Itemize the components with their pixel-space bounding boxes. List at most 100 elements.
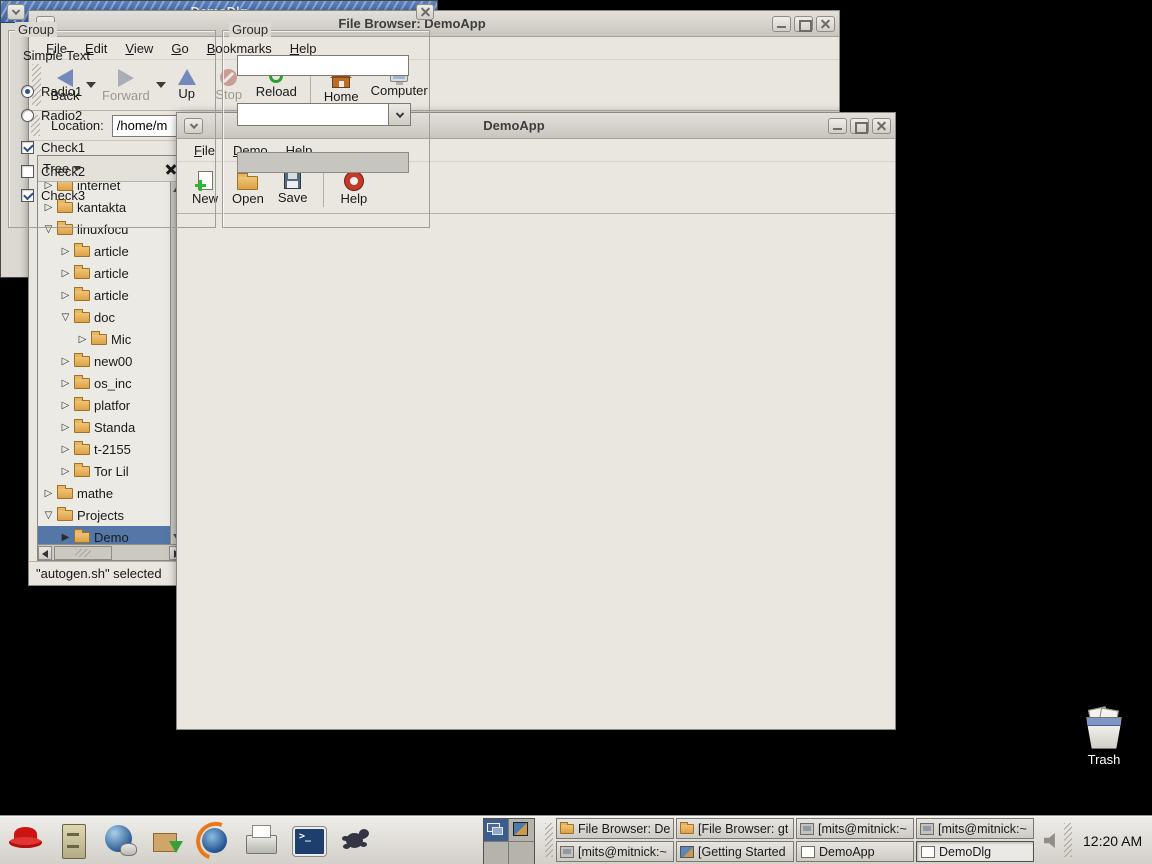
tree-item[interactable]: article bbox=[38, 262, 170, 284]
clock[interactable]: 12:20 AM bbox=[1083, 816, 1142, 864]
workspace-1[interactable] bbox=[484, 819, 509, 842]
tree-item[interactable]: mathe bbox=[38, 482, 170, 504]
maximize-button[interactable] bbox=[850, 118, 869, 134]
tree-expander-icon[interactable] bbox=[59, 378, 72, 389]
radio-option[interactable]: Radio2 bbox=[21, 103, 82, 127]
tree-item-label: mathe bbox=[77, 486, 113, 501]
folder-icon bbox=[57, 488, 73, 499]
tree-item-label: article bbox=[94, 244, 129, 259]
launcher-icon[interactable] bbox=[99, 820, 141, 861]
tree-horizontal-scrollbar[interactable] bbox=[38, 544, 183, 560]
tree-item[interactable]: os_inc bbox=[38, 372, 170, 394]
tree-item[interactable]: Standa bbox=[38, 416, 170, 438]
tree-expander-icon[interactable] bbox=[59, 444, 72, 455]
tree-expander-icon[interactable] bbox=[59, 246, 72, 257]
checkbox-option[interactable]: Check2 bbox=[21, 159, 85, 183]
tree-expander-icon[interactable] bbox=[59, 312, 72, 323]
combo-dropdown-button[interactable] bbox=[388, 103, 411, 126]
mini-window bbox=[492, 827, 503, 835]
tree-expander-icon[interactable] bbox=[59, 466, 72, 477]
checkbox-icon[interactable] bbox=[21, 189, 34, 202]
folder-icon bbox=[74, 290, 90, 301]
window-list-row-1: File Browser: De [File Browser: gt [mits… bbox=[556, 818, 1040, 839]
tree-item[interactable]: Tor Lil bbox=[38, 460, 170, 482]
close-button[interactable] bbox=[416, 4, 434, 20]
tree-expander-icon[interactable] bbox=[76, 334, 89, 345]
tree-expander-icon[interactable] bbox=[42, 510, 55, 521]
checkbox-option[interactable]: Check3 bbox=[21, 183, 85, 207]
tree-item[interactable]: platfor bbox=[38, 394, 170, 416]
close-button[interactable] bbox=[872, 118, 891, 134]
text-entry[interactable] bbox=[237, 55, 409, 76]
launcher-icon[interactable] bbox=[240, 820, 282, 861]
tree-item-label: article bbox=[94, 266, 129, 281]
tree-expander-icon[interactable] bbox=[59, 422, 72, 433]
folder-icon bbox=[74, 400, 90, 411]
launcher-icon[interactable] bbox=[52, 820, 94, 861]
combo-box[interactable] bbox=[237, 103, 411, 126]
taskbar-window-button[interactable]: DemoApp bbox=[796, 841, 914, 862]
desktop[interactable]: File Browser: DemoApp FileEditViewGoBook… bbox=[0, 0, 1152, 864]
checkbox-option[interactable]: Check1 bbox=[21, 135, 85, 159]
window-icon bbox=[560, 824, 574, 834]
checkbox-icon[interactable] bbox=[21, 165, 34, 178]
tree-item[interactable]: doc bbox=[38, 306, 170, 328]
volume-speaker-icon[interactable] bbox=[1044, 833, 1060, 848]
taskbar-window-button[interactable]: File Browser: De bbox=[556, 818, 674, 839]
tree-item[interactable]: t-2155 bbox=[38, 438, 170, 460]
checkbox-icon[interactable] bbox=[21, 141, 34, 154]
taskbar-window-button[interactable]: [mits@mitnick:~ bbox=[916, 818, 1034, 839]
tree-item[interactable]: new00 bbox=[38, 350, 170, 372]
tree-expander-icon[interactable] bbox=[59, 532, 72, 543]
folder-icon bbox=[74, 532, 90, 543]
launcher-icon[interactable] bbox=[5, 820, 47, 861]
taskbar-window-button[interactable]: DemoDlg bbox=[916, 841, 1034, 862]
launcher-icon[interactable] bbox=[334, 820, 376, 861]
trash-icon[interactable]: Trash bbox=[1078, 708, 1130, 767]
window-icon bbox=[920, 823, 934, 835]
tree-expander-icon[interactable] bbox=[59, 356, 72, 367]
tree-list: internet kantakta linuxfocu bbox=[38, 182, 170, 544]
tree-expander-icon[interactable] bbox=[59, 400, 72, 411]
launcher-icon[interactable] bbox=[193, 820, 235, 861]
tree-item-label: Mic bbox=[111, 332, 131, 347]
scroll-left-arrow[interactable] bbox=[38, 546, 52, 560]
panel-launchers bbox=[5, 820, 376, 861]
radio-icon[interactable] bbox=[21, 85, 34, 98]
radio-option[interactable]: Radio1 bbox=[21, 79, 82, 103]
radio-icon[interactable] bbox=[21, 109, 34, 122]
window-menu-button[interactable] bbox=[7, 4, 25, 20]
tree-item[interactable]: Projects bbox=[38, 504, 170, 526]
tree-item[interactable]: article bbox=[38, 284, 170, 306]
maximize-button[interactable] bbox=[794, 16, 813, 32]
taskbar-window-button[interactable]: [mits@mitnick:~ bbox=[796, 818, 914, 839]
taskbar-window-button[interactable]: [Getting Started bbox=[676, 841, 794, 862]
launcher-icon[interactable] bbox=[146, 820, 188, 861]
tree-item[interactable]: Demo bbox=[38, 526, 170, 544]
tree-item[interactable]: Mic bbox=[38, 328, 170, 350]
checkbox-label: Check2 bbox=[41, 164, 85, 179]
tree-item-label: t-2155 bbox=[94, 442, 131, 457]
radio-label: Radio1 bbox=[41, 84, 82, 99]
workspace-4[interactable] bbox=[509, 842, 534, 864]
launcher-icon[interactable] bbox=[287, 820, 329, 861]
scrollbar-thumb[interactable] bbox=[54, 546, 112, 560]
combo-input[interactable] bbox=[237, 103, 388, 126]
checkbox-group: Check1 Check2 Check3 bbox=[21, 135, 85, 207]
folder-icon bbox=[74, 268, 90, 279]
minimize-button[interactable] bbox=[772, 16, 791, 32]
tree-item[interactable]: article bbox=[38, 240, 170, 262]
panel-drag-handle[interactable] bbox=[545, 823, 553, 857]
tree-expander-icon[interactable] bbox=[42, 488, 55, 499]
close-button[interactable] bbox=[816, 16, 835, 32]
minimize-button[interactable] bbox=[828, 118, 847, 134]
tree-item-label: platfor bbox=[94, 398, 130, 413]
taskbar-window-button[interactable]: [File Browser: gt bbox=[676, 818, 794, 839]
workspace-2[interactable] bbox=[509, 819, 534, 842]
trash-label: Trash bbox=[1078, 752, 1130, 767]
workspace-3[interactable] bbox=[484, 842, 509, 864]
tree-expander-icon[interactable] bbox=[59, 268, 72, 279]
taskbar-window-button[interactable]: [mits@mitnick:~ bbox=[556, 841, 674, 862]
tree-expander-icon[interactable] bbox=[59, 290, 72, 301]
panel-drag-handle[interactable] bbox=[1064, 823, 1072, 857]
